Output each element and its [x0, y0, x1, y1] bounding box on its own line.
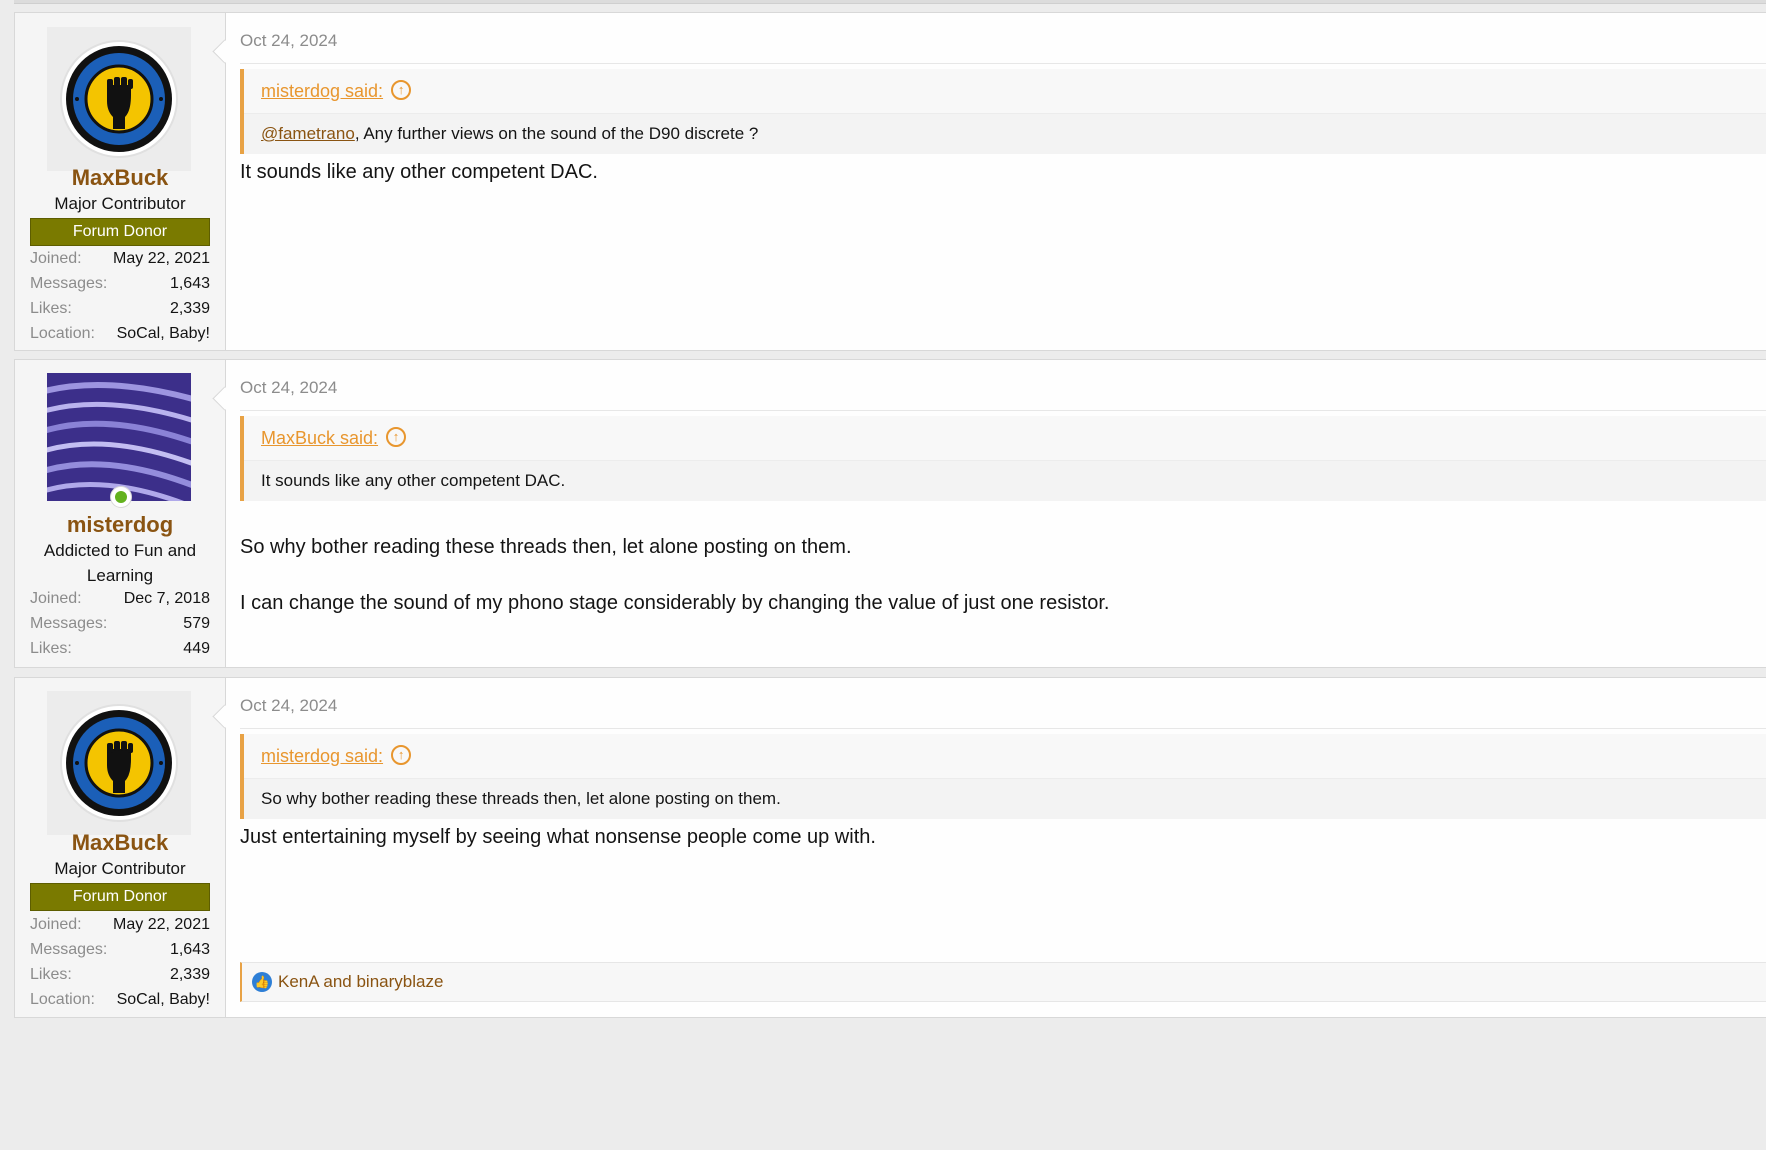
previous-post-bottom-edge: [14, 0, 1766, 4]
quote-header: misterdog said: ↑: [244, 69, 1766, 114]
message-text: Just entertaining myself by seeing what …: [240, 826, 876, 848]
user-title: Major Contributor: [54, 194, 186, 213]
stat-messages: Messages: 1,643: [30, 941, 210, 958]
post: misterdog Addicted to Fun and Learning J…: [14, 359, 1766, 668]
post: MaxBuck Major Contributor Forum Donor Jo…: [14, 677, 1766, 1018]
quote-content: It sounds like any other competent DAC.: [244, 461, 1766, 501]
username[interactable]: MaxBuck: [15, 830, 225, 856]
post-main: Oct 24, 2024 MaxBuck said: ↑ It sounds li…: [225, 360, 1766, 667]
forum-donor-banner: Forum Donor: [30, 218, 210, 246]
reactions-bar[interactable]: 👍 KenA and binaryblaze: [240, 962, 1766, 1002]
message-text: It sounds like any other competent DAC.: [240, 161, 598, 183]
reaction-users[interactable]: KenA and binaryblaze: [278, 972, 443, 992]
stat-joined: Joined: May 22, 2021: [30, 250, 210, 267]
divider: [240, 410, 1766, 411]
avatar[interactable]: [47, 691, 191, 835]
stat-likes: Likes: 2,339: [30, 966, 210, 983]
user-stats: Joined: Dec 7, 2018 Messages: 579 Likes: 44…: [30, 586, 210, 661]
quote-block: misterdog said: ↑ @fametrano, Any further…: [240, 69, 1766, 154]
stat-likes: Likes: 2,339: [30, 300, 210, 317]
divider: [240, 63, 1766, 64]
stat-joined: Joined: Dec 7, 2018: [30, 590, 210, 607]
quote-content: @fametrano, Any further views on the sou…: [244, 114, 1766, 154]
user-stats: Joined: May 22, 2021 Messages: 1,643 Likes…: [30, 246, 210, 346]
user-title: Addicted to Fun and Learning: [43, 541, 197, 585]
quote-header: MaxBuck said: ↑: [244, 416, 1766, 461]
user-title: Major Contributor: [54, 859, 186, 878]
stat-messages: Messages: 1,643: [30, 275, 210, 292]
quote-author-link[interactable]: misterdog said:: [261, 746, 383, 766]
stat-likes: Likes: 449: [30, 640, 210, 657]
stat-location: Location: SoCal, Baby!: [30, 991, 210, 1008]
avatar[interactable]: [47, 373, 191, 501]
quote-author-link[interactable]: MaxBuck said:: [261, 428, 378, 448]
quote-author-link[interactable]: misterdog said:: [261, 81, 383, 101]
message-text: So why bother reading these threads then…: [240, 536, 852, 558]
user-sidebar: MaxBuck Major Contributor Forum Donor Jo…: [15, 678, 226, 1017]
post-date[interactable]: Oct 24, 2024: [240, 31, 337, 51]
ukraine-fist-avatar-icon: [47, 691, 191, 835]
ukraine-fist-avatar-icon: [47, 27, 191, 171]
post-date[interactable]: Oct 24, 2024: [240, 378, 337, 398]
thumbs-up-icon: 👍: [252, 972, 272, 992]
divider: [240, 728, 1766, 729]
mention-link[interactable]: @fametrano: [261, 124, 355, 143]
user-sidebar: MaxBuck Major Contributor Forum Donor Jo…: [15, 13, 226, 350]
avatar[interactable]: [47, 27, 191, 171]
quote-block: MaxBuck said: ↑ It sounds like any other …: [240, 416, 1766, 501]
username[interactable]: misterdog: [15, 512, 225, 538]
arrow-up-circle-icon[interactable]: ↑: [391, 745, 412, 766]
stat-location: Location: SoCal, Baby!: [30, 325, 210, 342]
post-date[interactable]: Oct 24, 2024: [240, 696, 337, 716]
stat-messages: Messages: 579: [30, 615, 210, 632]
arrow-up-circle-icon[interactable]: ↑: [391, 80, 412, 101]
arrow-up-circle-icon[interactable]: ↑: [386, 427, 407, 448]
quote-block: misterdog said: ↑ So why bother reading t…: [240, 734, 1766, 819]
message-text: I can change the sound of my phono stage…: [240, 592, 1110, 614]
user-stats: Joined: May 22, 2021 Messages: 1,643 Likes…: [30, 912, 210, 1012]
post: MaxBuck Major Contributor Forum Donor Jo…: [14, 12, 1766, 351]
quote-content: So why bother reading these threads then…: [244, 779, 1766, 819]
forum-donor-banner: Forum Donor: [30, 883, 210, 911]
user-sidebar: misterdog Addicted to Fun and Learning J…: [15, 360, 226, 667]
online-status-icon: [110, 486, 132, 508]
abstract-purple-avatar-icon: [47, 373, 191, 501]
post-main: Oct 24, 2024 misterdog said: ↑ So why bot…: [225, 678, 1766, 1017]
stat-joined: Joined: May 22, 2021: [30, 916, 210, 933]
post-main: Oct 24, 2024 misterdog said: ↑ @fametrano…: [225, 13, 1766, 350]
quote-header: misterdog said: ↑: [244, 734, 1766, 779]
username[interactable]: MaxBuck: [15, 165, 225, 191]
